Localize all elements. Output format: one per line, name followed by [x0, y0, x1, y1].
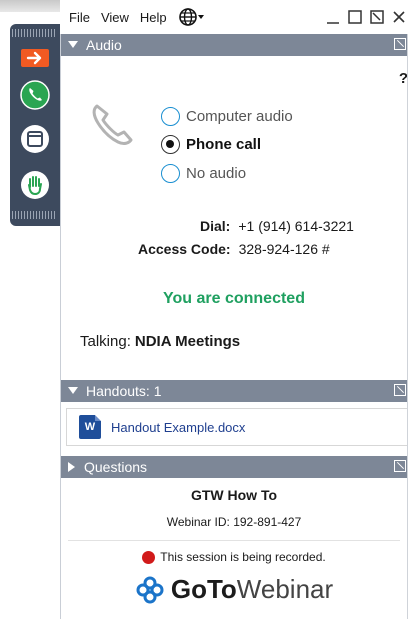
audio-header-label: Audio: [86, 37, 122, 53]
phone-icon: [20, 80, 50, 110]
language-menu[interactable]: [178, 8, 205, 26]
window-controls: [320, 8, 408, 26]
radio-label: Phone call: [186, 136, 262, 153]
grabber-handle-bottom[interactable]: [12, 211, 56, 219]
radio-computer-audio[interactable]: Computer audio: [161, 107, 293, 126]
arrow-right-icon: [21, 49, 49, 67]
maximize-button[interactable]: [346, 8, 364, 26]
handouts-panel: W Handout Example.docx: [60, 403, 408, 453]
recording-dot-icon: [142, 550, 156, 564]
radio-label: Computer audio: [186, 108, 293, 125]
questions-section-header[interactable]: Questions: [60, 456, 408, 478]
expand-triangle-icon: [68, 462, 75, 472]
raise-hand-button[interactable]: [18, 169, 52, 201]
popout-handouts-icon[interactable]: [394, 384, 406, 396]
phone-handset-icon: [92, 104, 133, 145]
popout-icon: [370, 10, 384, 24]
access-code-label: Access Code:: [138, 241, 231, 257]
close-icon: [393, 11, 405, 23]
handouts-header-label: Handouts: 1: [86, 383, 162, 399]
dial-label: Dial:: [200, 218, 231, 234]
grabber-handle-top[interactable]: [12, 29, 56, 37]
popout-button[interactable]: [368, 8, 386, 26]
dial-number: +1 (914) 614-3221: [238, 218, 354, 234]
handouts-section-header[interactable]: Handouts: 1: [60, 380, 408, 402]
dial-row: Dial: +1 (914) 614-3221: [200, 218, 354, 234]
talking-name: NDIA Meetings: [134, 333, 241, 350]
maximize-icon: [348, 10, 362, 24]
minimize-button[interactable]: [324, 8, 342, 26]
gotowebinar-flower-icon: [136, 576, 164, 603]
webinar-info-panel: GTW How To Webinar ID: 192-891-427 This …: [60, 478, 408, 619]
radio-phone-call[interactable]: Phone call: [161, 135, 261, 154]
gotowebinar-logo: GoTo Webinar: [60, 574, 408, 605]
menu-file[interactable]: File: [69, 10, 90, 25]
radio-button[interactable]: [161, 164, 180, 183]
recording-notice: This session is being recorded.: [60, 550, 408, 564]
talking-label: Talking:: [80, 333, 131, 350]
minimize-icon: [327, 22, 339, 24]
access-code-value: 328-924-126 #: [238, 241, 330, 257]
grabber-tab: [0, 0, 60, 232]
connection-status: You are connected: [163, 290, 305, 307]
radio-button-selected[interactable]: [161, 135, 180, 154]
close-button[interactable]: [390, 8, 408, 26]
collapse-triangle-icon: [68, 41, 78, 48]
access-code-row: Access Code: 328-924-126 #: [138, 241, 330, 257]
brand-webinar: Webinar: [236, 574, 334, 604]
audio-button[interactable]: [18, 79, 52, 111]
audio-panel: ? Computer audio Phone call No audio Dia…: [60, 56, 408, 379]
recording-text: This session is being recorded.: [160, 550, 326, 564]
radio-button[interactable]: [161, 107, 180, 126]
webinar-id: Webinar ID: 192-891-427: [166, 515, 302, 529]
divider: [68, 540, 400, 541]
panel-left-border: [60, 34, 61, 619]
menu-view[interactable]: View: [101, 10, 129, 25]
handout-item[interactable]: W Handout Example.docx: [66, 408, 408, 446]
popout-questions-icon[interactable]: [394, 460, 406, 472]
popout-audio-icon[interactable]: [394, 38, 406, 50]
menu-bar: File View Help: [60, 0, 408, 34]
raise-hand-icon: [21, 171, 49, 199]
globe-icon: [178, 8, 204, 26]
window-icon: [21, 125, 49, 153]
brand-goto: GoTo: [170, 574, 237, 604]
menu-help[interactable]: Help: [140, 10, 167, 25]
handout-file-link[interactable]: Handout Example.docx: [111, 420, 245, 435]
collapse-triangle-icon: [68, 387, 78, 394]
screen-viewer-button[interactable]: [18, 123, 52, 155]
radio-no-audio[interactable]: No audio: [161, 164, 246, 183]
talking-row: Talking: NDIA Meetings: [80, 333, 240, 350]
grabber-shadow: [0, 0, 60, 12]
radio-label: No audio: [186, 165, 247, 182]
show-control-panel-button[interactable]: [18, 42, 52, 74]
audio-section-header[interactable]: Audio: [60, 34, 408, 56]
webinar-title: GTW How To: [190, 487, 278, 503]
questions-header-label: Questions: [84, 459, 148, 475]
word-document-icon: W: [79, 415, 101, 439]
